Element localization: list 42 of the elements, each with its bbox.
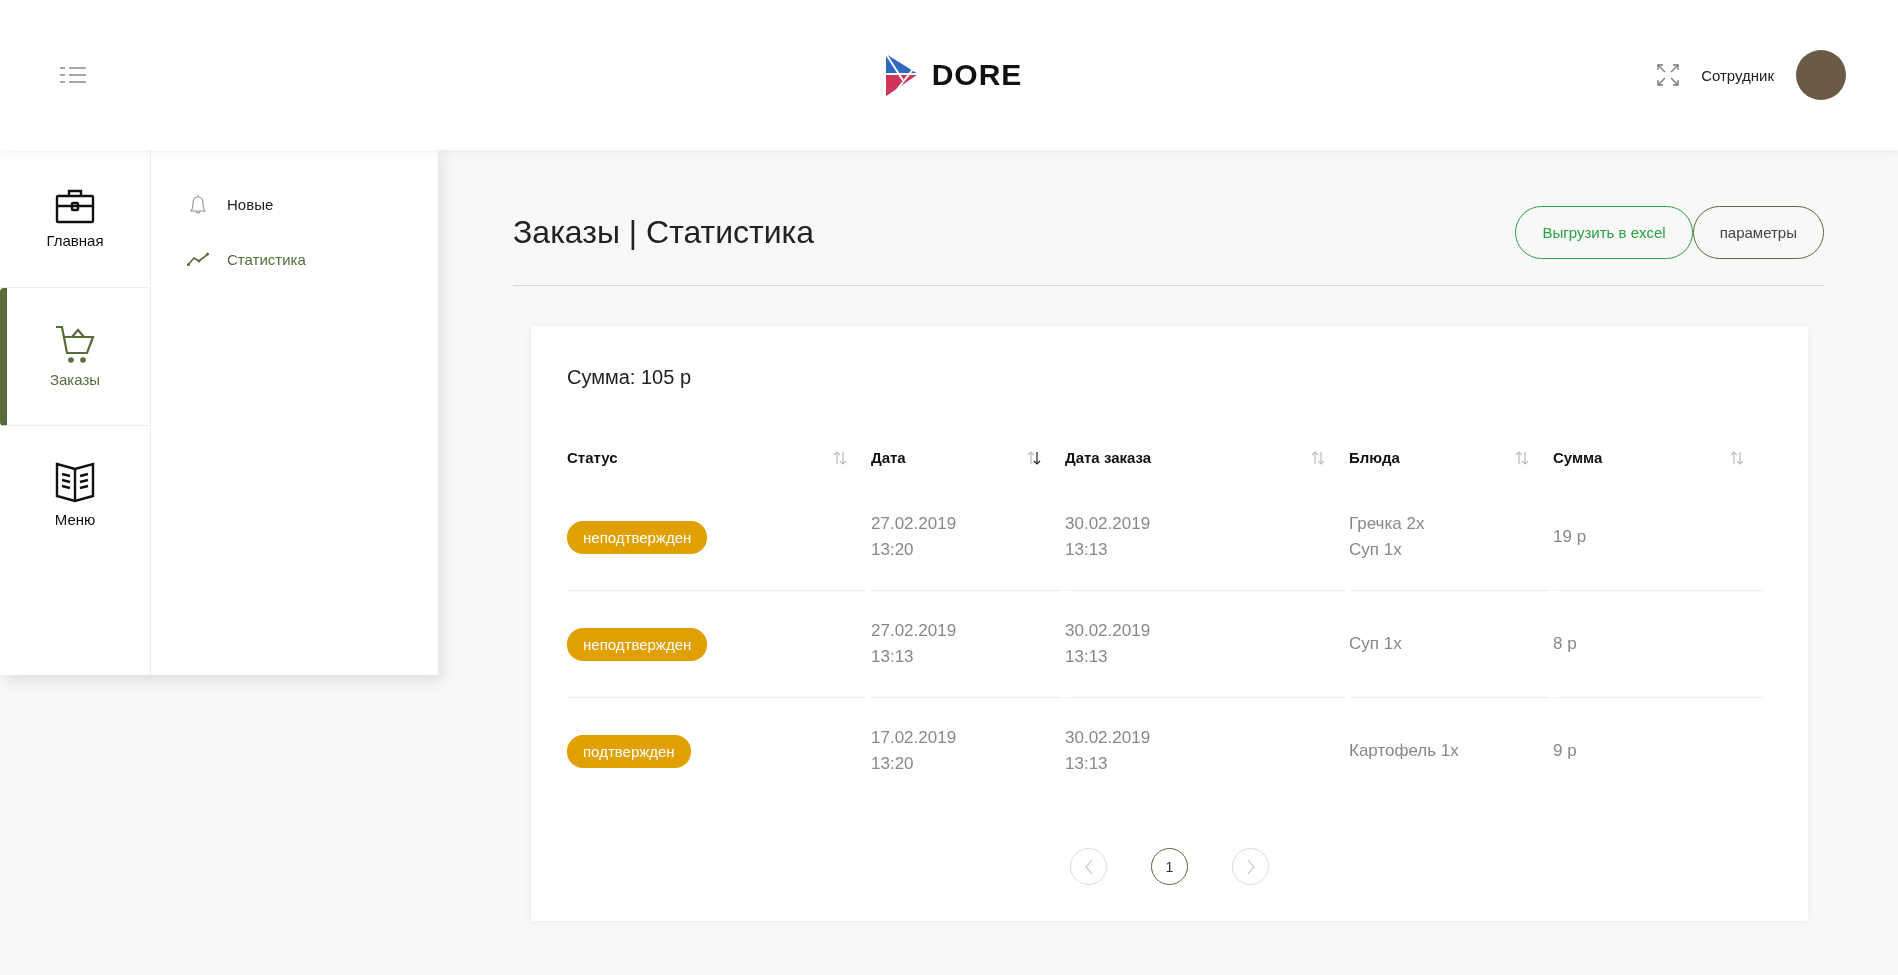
page-button[interactable]: 1 — [1151, 848, 1188, 885]
column-header[interactable]: Дата заказа — [1065, 449, 1152, 466]
logo-text: DORE — [931, 58, 1023, 92]
table-cell-text: 9 р — [1553, 740, 1577, 762]
sidebar-item[interactable]: Заказы — [0, 288, 150, 426]
sort-icon[interactable] — [1027, 450, 1041, 465]
menu-icon[interactable] — [60, 66, 86, 84]
column-header[interactable]: Блюда — [1349, 449, 1400, 466]
briefcase-icon — [55, 188, 95, 224]
user-name[interactable]: Сотрудник — [1701, 66, 1774, 84]
column-header[interactable]: Статус — [567, 449, 618, 466]
table-cell-text: Суп 1x — [1349, 633, 1402, 655]
cart-icon — [55, 325, 95, 363]
table-cell-text: Гречка 2x Суп 1x — [1349, 513, 1425, 561]
column-header[interactable]: Сумма — [1553, 449, 1603, 466]
table-cell-text: 19 р — [1553, 526, 1587, 548]
table-cell-text: Картофель 1x — [1349, 740, 1459, 762]
avatar[interactable] — [1796, 50, 1846, 100]
status-badge: неподтвержден — [567, 520, 708, 554]
book-icon — [55, 462, 95, 503]
table-cell-text: 8 р — [1553, 633, 1577, 655]
chevron-left-icon — [1083, 858, 1094, 875]
table-cell-text: 17.02.2019 13:20 — [871, 727, 957, 775]
logo-icon — [883, 52, 920, 98]
total-sum: Сумма: 105 р — [567, 366, 692, 389]
fullscreen-icon[interactable] — [1657, 64, 1680, 86]
column-header[interactable]: Дата — [871, 449, 906, 466]
sidebar-item[interactable]: Меню — [0, 426, 150, 564]
table-cell-text: 30.02.2019 13:13 — [1065, 513, 1151, 561]
sidebar-item[interactable]: Главная — [0, 150, 150, 288]
page-title: Заказы | Статистика — [513, 214, 815, 251]
table-cell-text: 27.02.2019 13:13 — [871, 620, 957, 668]
table-cell-text: 30.02.2019 13:13 — [1065, 620, 1151, 668]
chevron-right-icon — [1245, 858, 1256, 875]
table-cell-text: 30.02.2019 13:13 — [1065, 727, 1151, 775]
submenu-item[interactable]: Статистика — [187, 251, 438, 268]
bell-icon — [187, 194, 209, 215]
table-cell-text: 27.02.2019 13:20 — [871, 513, 957, 561]
status-badge: неподтвержден — [567, 627, 708, 661]
status-badge: подтвержден — [567, 734, 691, 768]
trend-chart-icon — [187, 252, 209, 267]
submenu-item[interactable]: Новые — [187, 194, 438, 215]
